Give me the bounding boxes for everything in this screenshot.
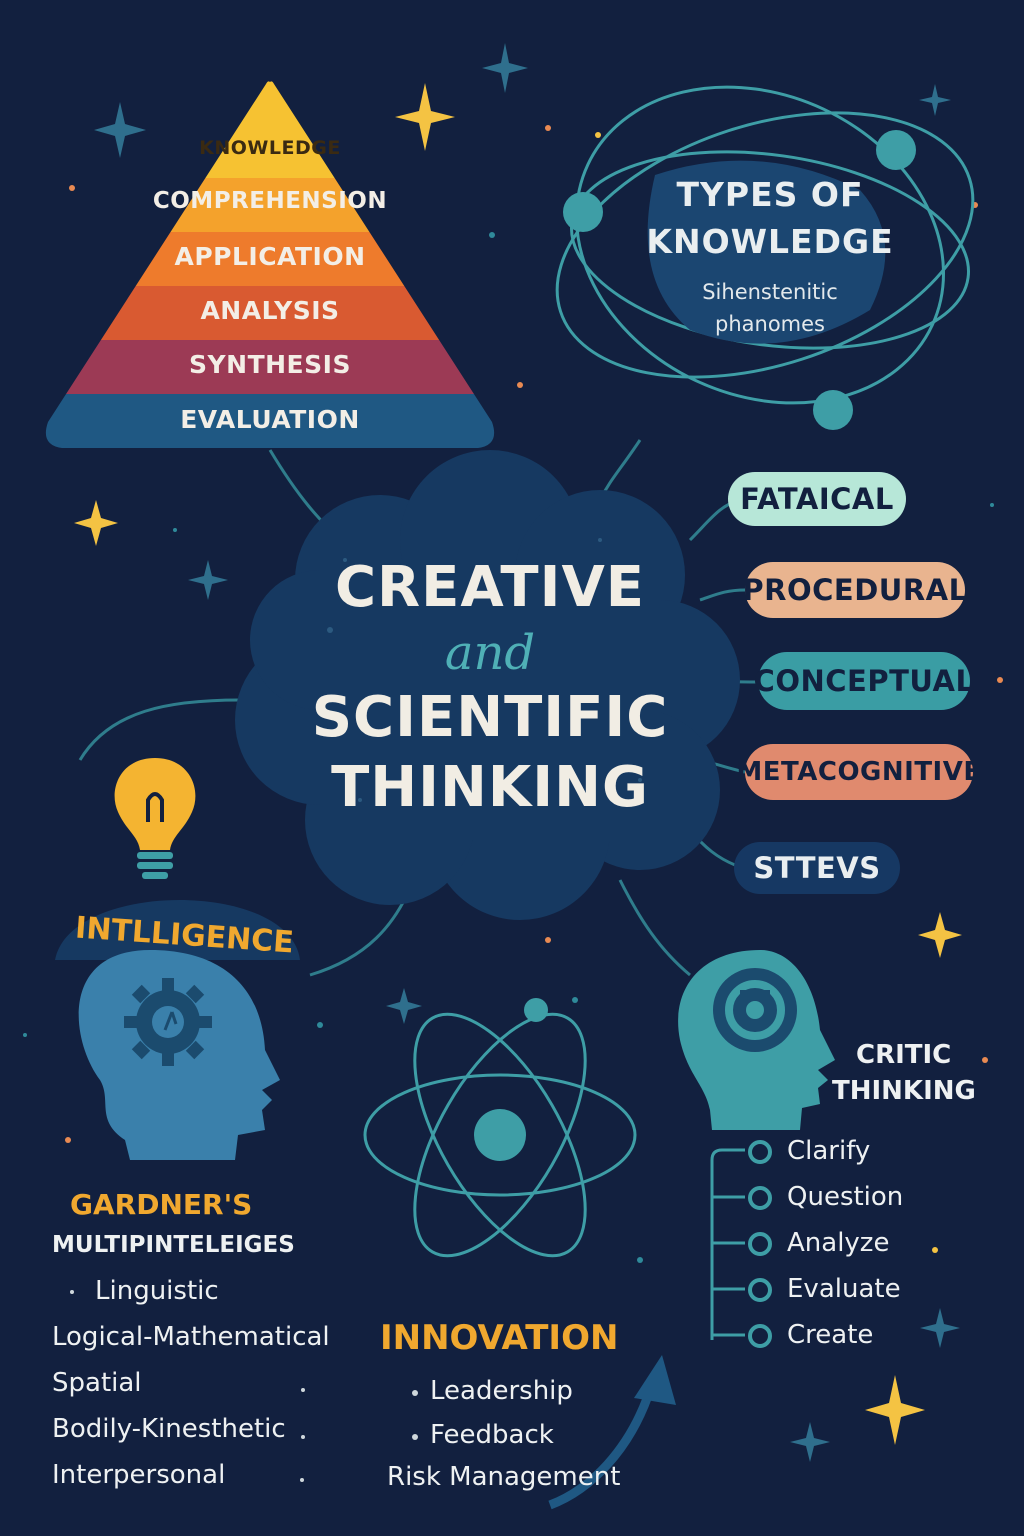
critical-head-icon <box>678 950 835 1130</box>
center-title-line4: THINKING <box>331 755 649 820</box>
lightbulb-icon <box>114 758 196 879</box>
pill-fataical: FATAICAL <box>728 472 906 526</box>
orbit-node <box>563 192 603 232</box>
atom-electron <box>524 998 548 1022</box>
innovation-item-leadership: Leadership <box>430 1376 573 1406</box>
pyramid-level-comprehension: COMPREHENSION <box>152 188 388 214</box>
intelligence-item-spatial: Spatial <box>52 1368 142 1398</box>
pyramid-level-knowledge: KNOWLEDGE <box>199 137 341 159</box>
pyramid-level-synthesis: SYNTHESIS <box>189 350 351 379</box>
pill-conceptual: CONCEPTUAL <box>754 652 974 710</box>
critical-step-clarify: Clarify <box>787 1136 871 1166</box>
head-gear-icon <box>78 950 281 1160</box>
types-of-knowledge-subtitle-2: phanomes <box>715 312 825 336</box>
critical-step-evaluate: Evaluate <box>787 1274 901 1304</box>
intelligence-item-interpersonal: Interpersonal <box>52 1460 226 1490</box>
innovation-item-risk: Risk Management <box>387 1462 621 1492</box>
critical-step-analyze: Analyze <box>787 1228 890 1258</box>
critical-step-question: Question <box>787 1182 904 1212</box>
pill-procedural: PROCEDURAL <box>742 562 967 618</box>
critical-step-create: Create <box>787 1320 874 1350</box>
intelligence-item-logical: Logical-Mathematical <box>52 1322 330 1352</box>
intelligence-item-bodily: Bodily-Kinesthetic <box>52 1414 286 1444</box>
innovation-heading: INNOVATION <box>380 1318 619 1358</box>
orbit-node <box>876 130 916 170</box>
step-circles <box>748 1140 772 1348</box>
pill-sttevs: STTEVS <box>734 842 900 894</box>
steps-bracket <box>710 1148 745 1340</box>
gardner-heading: GARDNER'S <box>70 1188 253 1221</box>
intelligence-item-linguistic: Linguistic <box>95 1276 219 1306</box>
arrow-head <box>634 1355 676 1405</box>
center-title-line1: CREATIVE <box>334 555 646 620</box>
types-of-knowledge-subtitle-1: Sihenstenitic <box>702 280 838 304</box>
types-of-knowledge-title-2: KNOWLEDGE <box>646 222 894 261</box>
center-title-line3: SCIENTIFIC <box>311 685 669 750</box>
critical-heading-line1: CRITIC <box>856 1040 952 1070</box>
critical-heading-line2: THINKING <box>832 1076 976 1106</box>
pyramid-level-evaluation: EVALUATION <box>180 405 360 434</box>
orbit-node <box>813 390 853 430</box>
innovation-item-feedback: Feedback <box>430 1420 554 1450</box>
types-of-knowledge-title-1: TYPES OF <box>676 175 864 214</box>
center-title-and: and <box>444 625 536 681</box>
pyramid-level-analysis: ANALYSIS <box>200 296 340 325</box>
atom-nucleus <box>474 1109 526 1161</box>
pyramid-level-application: APPLICATION <box>174 242 366 271</box>
gardner-subheading: MULTIPINTELEIGES <box>52 1232 295 1258</box>
pill-metacognitive: METACOGNITIVE <box>736 744 981 800</box>
